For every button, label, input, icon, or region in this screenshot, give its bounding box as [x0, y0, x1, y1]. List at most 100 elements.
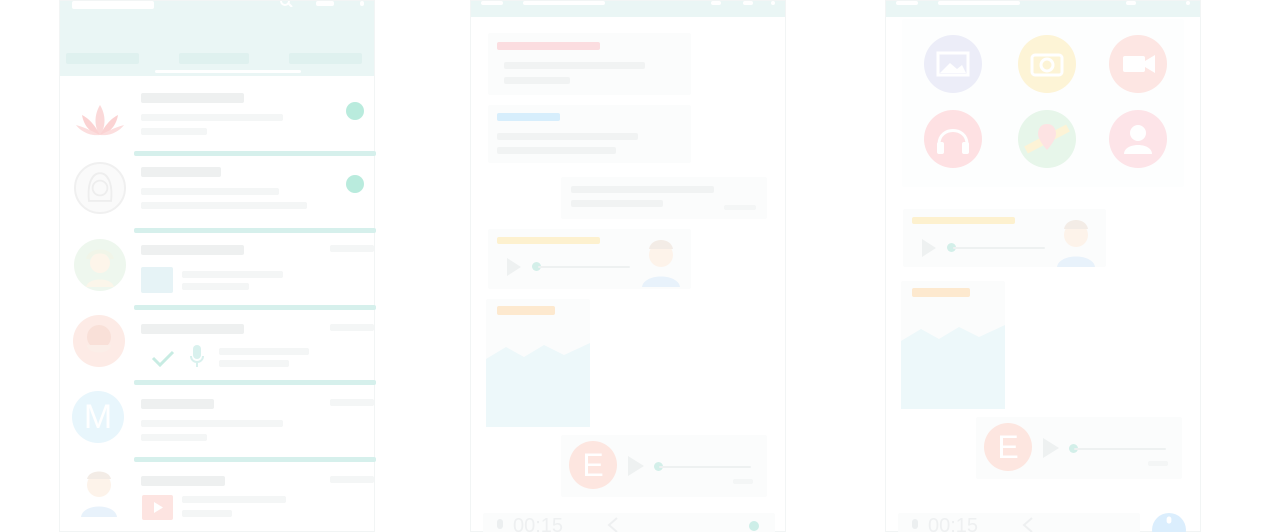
sender-name-placeholder	[497, 237, 600, 244]
message-preview-placeholder	[219, 360, 289, 367]
phone-call-icon[interactable]	[743, 1, 753, 5]
message-preview-placeholder	[141, 128, 207, 135]
contact-title-placeholder	[523, 1, 605, 5]
message-preview-placeholder	[141, 114, 283, 121]
lotus-icon	[74, 101, 126, 139]
image-message-bubble[interactable]	[486, 299, 590, 427]
attachment-screen: E 00:15	[885, 0, 1201, 532]
record-timer: 00:15	[928, 515, 979, 532]
microphone-icon[interactable]	[910, 519, 920, 532]
contact-name-placeholder	[141, 399, 214, 409]
camera-button[interactable]	[1018, 35, 1076, 93]
contact-name-placeholder	[141, 476, 225, 486]
letter-avatar-icon: M	[72, 391, 124, 443]
outgoing-message-bubble[interactable]	[561, 177, 767, 219]
message-preview-placeholder	[141, 202, 307, 209]
row-divider	[134, 380, 376, 385]
timestamp-placeholder	[330, 324, 374, 331]
tab-chats[interactable]	[179, 53, 249, 64]
video-button[interactable]	[1109, 35, 1167, 93]
back-arrow-icon[interactable]	[896, 1, 918, 5]
message-time-placeholder	[733, 479, 753, 484]
message-text-placeholder	[571, 200, 663, 207]
woman-avatar-icon	[74, 162, 126, 214]
tab-calls[interactable]	[289, 53, 362, 64]
audio-progress-track[interactable]	[538, 266, 630, 268]
sender-name-placeholder	[912, 217, 1015, 224]
chat-list-header	[60, 1, 374, 76]
attachment-sheet	[902, 19, 1184, 187]
search-icon[interactable]	[280, 1, 294, 7]
man-avatar-icon	[75, 465, 123, 517]
message-preview-placeholder	[141, 434, 207, 441]
audio-progress-track[interactable]	[1074, 448, 1166, 450]
incoming-message-bubble[interactable]	[488, 105, 691, 163]
image-message-bubble[interactable]	[901, 281, 1005, 409]
contact-name-placeholder	[141, 245, 244, 255]
audio-button[interactable]	[924, 110, 982, 168]
play-icon[interactable]	[627, 455, 645, 477]
voice-message-bubble[interactable]	[488, 229, 691, 289]
message-text-placeholder	[497, 133, 638, 140]
tab-camera[interactable]	[66, 53, 139, 64]
gallery-button[interactable]	[924, 35, 982, 93]
send-voice-button[interactable]	[1152, 513, 1186, 532]
attach-icon[interactable]	[1126, 1, 1136, 5]
microphone-icon[interactable]	[495, 519, 505, 532]
record-timer: 00:15	[513, 515, 564, 532]
avatar-letter: E	[997, 429, 1019, 465]
headphones-icon	[937, 129, 969, 154]
timestamp-placeholder	[330, 476, 374, 483]
microphone-icon	[1166, 516, 1172, 524]
microphone-icon	[190, 344, 204, 368]
timestamp-placeholder	[330, 399, 374, 406]
play-icon[interactable]	[506, 257, 522, 277]
sender-name-placeholder	[497, 42, 600, 50]
message-time-placeholder	[1148, 461, 1168, 466]
girl-avatar-icon	[74, 239, 126, 291]
audio-progress-track[interactable]	[953, 247, 1045, 249]
outgoing-voice-message-bubble[interactable]: E	[561, 435, 767, 497]
contact-name-placeholder	[141, 167, 221, 177]
more-options-icon[interactable]	[771, 1, 775, 5]
message-preview-placeholder	[182, 283, 249, 290]
row-divider	[134, 228, 376, 233]
man-avatar-icon	[1051, 213, 1101, 267]
back-arrow-icon[interactable]	[481, 1, 503, 5]
video-thumbnail[interactable]	[142, 495, 173, 520]
row-divider	[134, 457, 376, 462]
mountain-image[interactable]	[901, 321, 1005, 409]
row-divider	[134, 151, 376, 156]
play-icon[interactable]	[921, 238, 937, 258]
video-icon	[1123, 55, 1155, 73]
chat-list-screen: M	[59, 0, 376, 532]
more-options-icon[interactable]	[360, 1, 364, 6]
avatar-letter: E	[582, 447, 604, 483]
more-options-icon[interactable]	[1186, 1, 1190, 5]
chevron-left-icon[interactable]	[1022, 517, 1034, 532]
voice-message-bubble[interactable]	[903, 209, 1106, 267]
mountain-image[interactable]	[486, 339, 590, 427]
incoming-message-bubble[interactable]	[488, 33, 691, 95]
outgoing-voice-message-bubble[interactable]: E	[976, 417, 1182, 479]
play-icon[interactable]	[1042, 437, 1060, 459]
message-text-placeholder	[571, 186, 714, 193]
image-thumbnail[interactable]	[141, 267, 173, 293]
audio-progress-track[interactable]	[659, 466, 751, 468]
contact-title-placeholder	[938, 1, 1020, 5]
message-preview-placeholder	[182, 271, 283, 278]
location-button[interactable]	[1018, 110, 1076, 168]
chevron-left-icon[interactable]	[607, 517, 619, 532]
video-call-icon[interactable]	[711, 1, 721, 5]
active-tab-indicator	[155, 70, 301, 73]
unread-badge	[346, 102, 364, 120]
contact-button[interactable]	[1109, 110, 1167, 168]
message-text-placeholder	[497, 147, 616, 154]
voice-sender-avatar: E	[569, 441, 617, 489]
message-preview-placeholder	[182, 510, 232, 517]
record-indicator	[749, 521, 759, 531]
camera-toolbar-icon[interactable]	[316, 1, 334, 6]
chat-header	[471, 1, 785, 17]
sender-name-placeholder	[912, 288, 970, 297]
sender-name-placeholder	[497, 113, 560, 121]
